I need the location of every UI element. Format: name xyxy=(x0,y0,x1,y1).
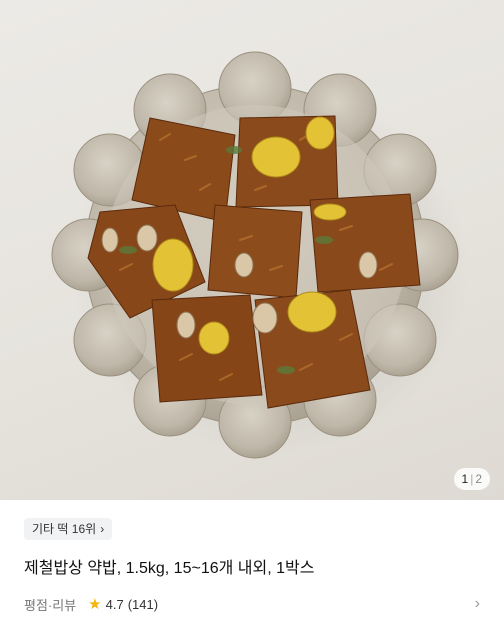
star-icon: ★ xyxy=(88,596,102,613)
rating-score: 4.7 xyxy=(105,596,124,612)
pager-separator: | xyxy=(470,472,474,486)
chevron-right-icon: › xyxy=(100,522,105,536)
rating-label: 평점·리뷰 xyxy=(24,597,77,613)
product-image xyxy=(51,51,470,459)
review-count: (141) xyxy=(127,596,159,612)
rating-review-row[interactable]: 평점·리뷰 ★ 4.7 (141) › xyxy=(24,592,480,616)
category-rank-chip[interactable]: 기타 떡 16위 › xyxy=(24,518,113,540)
chevron-right-icon: › xyxy=(474,595,480,612)
product-title: 제철밥상 약밥, 1.5kg, 15~16개 내외, 1박스 xyxy=(24,560,315,577)
pager-total: 2 xyxy=(475,472,482,486)
product-image-gallery[interactable]: 1 | 2 xyxy=(0,0,504,500)
image-pager: 1 | 2 xyxy=(453,468,490,490)
pager-current: 1 xyxy=(461,472,469,486)
rank-label: 기타 떡 16위 xyxy=(32,522,97,536)
